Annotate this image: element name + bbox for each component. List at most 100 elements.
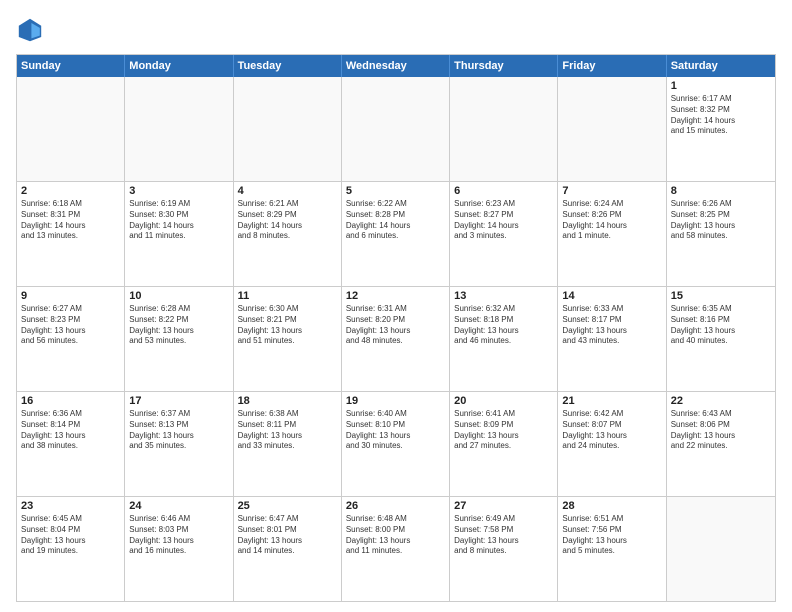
calendar-cell: 15 Sunrise: 6:35 AM Sunset: 8:16 PM Dayli… [667, 287, 775, 391]
day-number: 4 [238, 185, 337, 197]
day-number: 15 [671, 290, 771, 302]
calendar-cell: 16 Sunrise: 6:36 AM Sunset: 8:14 PM Dayli… [17, 392, 125, 496]
calendar-cell: 1 Sunrise: 6:17 AM Sunset: 8:32 PM Daylig… [667, 77, 775, 181]
day-number: 17 [129, 395, 228, 407]
calendar-cell: 19 Sunrise: 6:40 AM Sunset: 8:10 PM Dayli… [342, 392, 450, 496]
day-number: 28 [562, 500, 661, 512]
calendar-cell [125, 77, 233, 181]
calendar-cell [558, 77, 666, 181]
day-info: Sunrise: 6:45 AM Sunset: 8:04 PM Dayligh… [21, 514, 120, 557]
day-info: Sunrise: 6:19 AM Sunset: 8:30 PM Dayligh… [129, 199, 228, 242]
day-number: 27 [454, 500, 553, 512]
day-info: Sunrise: 6:41 AM Sunset: 8:09 PM Dayligh… [454, 409, 553, 452]
calendar-body: 1 Sunrise: 6:17 AM Sunset: 8:32 PM Daylig… [17, 77, 775, 601]
calendar-cell: 4 Sunrise: 6:21 AM Sunset: 8:29 PM Daylig… [234, 182, 342, 286]
day-info: Sunrise: 6:33 AM Sunset: 8:17 PM Dayligh… [562, 304, 661, 347]
day-info: Sunrise: 6:23 AM Sunset: 8:27 PM Dayligh… [454, 199, 553, 242]
day-info: Sunrise: 6:22 AM Sunset: 8:28 PM Dayligh… [346, 199, 445, 242]
day-info: Sunrise: 6:24 AM Sunset: 8:26 PM Dayligh… [562, 199, 661, 242]
calendar-cell [342, 77, 450, 181]
calendar-cell: 26 Sunrise: 6:48 AM Sunset: 8:00 PM Dayli… [342, 497, 450, 601]
logo-icon [16, 16, 44, 44]
calendar-header-cell: Saturday [667, 55, 775, 77]
day-info: Sunrise: 6:31 AM Sunset: 8:20 PM Dayligh… [346, 304, 445, 347]
calendar-header-cell: Monday [125, 55, 233, 77]
calendar-header-cell: Sunday [17, 55, 125, 77]
day-number: 8 [671, 185, 771, 197]
calendar-header-cell: Wednesday [342, 55, 450, 77]
day-info: Sunrise: 6:35 AM Sunset: 8:16 PM Dayligh… [671, 304, 771, 347]
day-number: 2 [21, 185, 120, 197]
calendar-cell [667, 497, 775, 601]
day-info: Sunrise: 6:17 AM Sunset: 8:32 PM Dayligh… [671, 94, 771, 137]
calendar-cell: 2 Sunrise: 6:18 AM Sunset: 8:31 PM Daylig… [17, 182, 125, 286]
day-number: 19 [346, 395, 445, 407]
day-info: Sunrise: 6:46 AM Sunset: 8:03 PM Dayligh… [129, 514, 228, 557]
calendar-header-cell: Tuesday [234, 55, 342, 77]
calendar-cell: 13Sunrise: 6:32 AM Sunset: 8:18 PM Dayli… [450, 287, 558, 391]
calendar-cell: 17 Sunrise: 6:37 AM Sunset: 8:13 PM Dayli… [125, 392, 233, 496]
day-info: Sunrise: 6:37 AM Sunset: 8:13 PM Dayligh… [129, 409, 228, 452]
day-number: 7 [562, 185, 661, 197]
calendar-cell: 28Sunrise: 6:51 AM Sunset: 7:56 PM Dayli… [558, 497, 666, 601]
calendar-cell: 25 Sunrise: 6:47 AM Sunset: 8:01 PM Dayli… [234, 497, 342, 601]
calendar-cell: 12 Sunrise: 6:31 AM Sunset: 8:20 PM Dayli… [342, 287, 450, 391]
day-number: 12 [346, 290, 445, 302]
calendar-header-cell: Friday [558, 55, 666, 77]
calendar-cell: 11 Sunrise: 6:30 AM Sunset: 8:21 PM Dayli… [234, 287, 342, 391]
calendar: SundayMondayTuesdayWednesdayThursdayFrid… [16, 54, 776, 602]
day-info: Sunrise: 6:38 AM Sunset: 8:11 PM Dayligh… [238, 409, 337, 452]
calendar-cell: 23 Sunrise: 6:45 AM Sunset: 8:04 PM Dayli… [17, 497, 125, 601]
calendar-cell: 14 Sunrise: 6:33 AM Sunset: 8:17 PM Dayli… [558, 287, 666, 391]
calendar-cell: 27Sunrise: 6:49 AM Sunset: 7:58 PM Dayli… [450, 497, 558, 601]
calendar-cell: 9Sunrise: 6:27 AM Sunset: 8:23 PM Daylig… [17, 287, 125, 391]
logo [16, 16, 48, 44]
calendar-header-cell: Thursday [450, 55, 558, 77]
calendar-cell [450, 77, 558, 181]
day-info: Sunrise: 6:42 AM Sunset: 8:07 PM Dayligh… [562, 409, 661, 452]
day-number: 3 [129, 185, 228, 197]
day-number: 20 [454, 395, 553, 407]
day-info: Sunrise: 6:48 AM Sunset: 8:00 PM Dayligh… [346, 514, 445, 557]
day-number: 10 [129, 290, 228, 302]
day-info: Sunrise: 6:26 AM Sunset: 8:25 PM Dayligh… [671, 199, 771, 242]
day-info: Sunrise: 6:47 AM Sunset: 8:01 PM Dayligh… [238, 514, 337, 557]
day-info: Sunrise: 6:43 AM Sunset: 8:06 PM Dayligh… [671, 409, 771, 452]
day-number: 11 [238, 290, 337, 302]
day-info: Sunrise: 6:18 AM Sunset: 8:31 PM Dayligh… [21, 199, 120, 242]
day-info: Sunrise: 6:27 AM Sunset: 8:23 PM Dayligh… [21, 304, 120, 347]
day-number: 26 [346, 500, 445, 512]
day-number: 16 [21, 395, 120, 407]
calendar-cell: 5 Sunrise: 6:22 AM Sunset: 8:28 PM Daylig… [342, 182, 450, 286]
day-number: 14 [562, 290, 661, 302]
page: SundayMondayTuesdayWednesdayThursdayFrid… [0, 0, 792, 612]
calendar-cell: 7 Sunrise: 6:24 AM Sunset: 8:26 PM Daylig… [558, 182, 666, 286]
day-number: 22 [671, 395, 771, 407]
day-info: Sunrise: 6:21 AM Sunset: 8:29 PM Dayligh… [238, 199, 337, 242]
day-number: 13 [454, 290, 553, 302]
calendar-cell: 18 Sunrise: 6:38 AM Sunset: 8:11 PM Dayli… [234, 392, 342, 496]
calendar-cell [234, 77, 342, 181]
calendar-cell: 8 Sunrise: 6:26 AM Sunset: 8:25 PM Daylig… [667, 182, 775, 286]
calendar-header: SundayMondayTuesdayWednesdayThursdayFrid… [17, 55, 775, 77]
day-number: 6 [454, 185, 553, 197]
header [16, 16, 776, 44]
calendar-cell: 21 Sunrise: 6:42 AM Sunset: 8:07 PM Dayli… [558, 392, 666, 496]
calendar-cell [17, 77, 125, 181]
day-number: 18 [238, 395, 337, 407]
calendar-row: 9Sunrise: 6:27 AM Sunset: 8:23 PM Daylig… [17, 286, 775, 391]
calendar-cell: 24Sunrise: 6:46 AM Sunset: 8:03 PM Dayli… [125, 497, 233, 601]
calendar-row: 23 Sunrise: 6:45 AM Sunset: 8:04 PM Dayli… [17, 496, 775, 601]
day-info: Sunrise: 6:40 AM Sunset: 8:10 PM Dayligh… [346, 409, 445, 452]
calendar-cell: 3 Sunrise: 6:19 AM Sunset: 8:30 PM Daylig… [125, 182, 233, 286]
day-info: Sunrise: 6:28 AM Sunset: 8:22 PM Dayligh… [129, 304, 228, 347]
day-number: 21 [562, 395, 661, 407]
day-number: 25 [238, 500, 337, 512]
day-info: Sunrise: 6:36 AM Sunset: 8:14 PM Dayligh… [21, 409, 120, 452]
day-number: 23 [21, 500, 120, 512]
day-number: 1 [671, 80, 771, 92]
calendar-cell: 20 Sunrise: 6:41 AM Sunset: 8:09 PM Dayli… [450, 392, 558, 496]
calendar-row: 2 Sunrise: 6:18 AM Sunset: 8:31 PM Daylig… [17, 181, 775, 286]
day-number: 5 [346, 185, 445, 197]
day-info: Sunrise: 6:30 AM Sunset: 8:21 PM Dayligh… [238, 304, 337, 347]
